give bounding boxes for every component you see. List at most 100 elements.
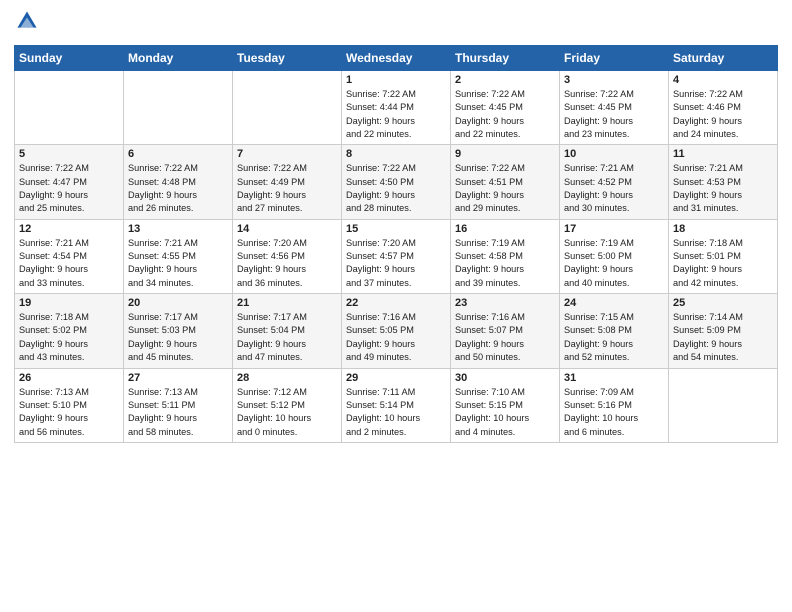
weekday-header-saturday: Saturday xyxy=(669,46,778,71)
calendar-cell xyxy=(669,368,778,442)
day-number: 28 xyxy=(237,372,337,384)
day-info: Sunrise: 7:13 AMSunset: 5:10 PMDaylight:… xyxy=(19,386,119,439)
calendar-cell: 15Sunrise: 7:20 AMSunset: 4:57 PMDayligh… xyxy=(342,219,451,293)
calendar-cell: 24Sunrise: 7:15 AMSunset: 5:08 PMDayligh… xyxy=(560,294,669,368)
calendar-cell: 10 Sunrise: 7:21 AMSunset: 4:52 PMDayligh… xyxy=(560,145,669,219)
day-number: 8 xyxy=(346,148,446,160)
day-number: 22 xyxy=(346,297,446,309)
day-info: Sunrise: 7:09 AMSunset: 5:16 PMDaylight:… xyxy=(564,386,664,439)
calendar-cell: 3 Sunrise: 7:22 AMSunset: 4:45 PMDaylight… xyxy=(560,71,669,145)
weekday-header-sunday: Sunday xyxy=(15,46,124,71)
day-info: Sunrise: 7:22 AMSunset: 4:46 PMDaylight:… xyxy=(673,88,773,141)
day-number: 16 xyxy=(455,223,555,235)
calendar-row-1: 1 Sunrise: 7:22 AMSunset: 4:44 PMDaylight… xyxy=(15,71,778,145)
day-info: Sunrise: 7:17 AMSunset: 5:04 PMDaylight:… xyxy=(237,311,337,364)
day-number: 6 xyxy=(128,148,228,160)
calendar-cell: 31 Sunrise: 7:09 AMSunset: 5:16 PMDayligh… xyxy=(560,368,669,442)
day-number: 21 xyxy=(237,297,337,309)
day-number: 13 xyxy=(128,223,228,235)
day-info: Sunrise: 7:22 AMSunset: 4:48 PMDaylight:… xyxy=(128,162,228,215)
calendar-cell: 18 Sunrise: 7:18 AMSunset: 5:01 PMDayligh… xyxy=(669,219,778,293)
day-number: 20 xyxy=(128,297,228,309)
day-number: 30 xyxy=(455,372,555,384)
day-number: 14 xyxy=(237,223,337,235)
day-info: Sunrise: 7:21 AMSunset: 4:52 PMDaylight:… xyxy=(564,162,664,215)
day-number: 4 xyxy=(673,74,773,86)
calendar-row-5: 26 Sunrise: 7:13 AMSunset: 5:10 PMDayligh… xyxy=(15,368,778,442)
day-info: Sunrise: 7:22 AMSunset: 4:51 PMDaylight:… xyxy=(455,162,555,215)
day-number: 18 xyxy=(673,223,773,235)
weekday-header-wednesday: Wednesday xyxy=(342,46,451,71)
calendar-cell: 20 Sunrise: 7:17 AMSunset: 5:03 PMDayligh… xyxy=(124,294,233,368)
day-number: 12 xyxy=(19,223,119,235)
calendar-cell: 9 Sunrise: 7:22 AMSunset: 4:51 PMDaylight… xyxy=(451,145,560,219)
day-number: 26 xyxy=(19,372,119,384)
calendar-row-3: 12Sunrise: 7:21 AMSunset: 4:54 PMDayligh… xyxy=(15,219,778,293)
day-info: Sunrise: 7:19 AMSunset: 5:00 PMDaylight:… xyxy=(564,237,664,290)
day-number: 5 xyxy=(19,148,119,160)
day-number: 24 xyxy=(564,297,664,309)
calendar-cell: 30 Sunrise: 7:10 AMSunset: 5:15 PMDayligh… xyxy=(451,368,560,442)
calendar-cell: 8 Sunrise: 7:22 AMSunset: 4:50 PMDaylight… xyxy=(342,145,451,219)
day-number: 27 xyxy=(128,372,228,384)
day-info: Sunrise: 7:12 AMSunset: 5:12 PMDaylight:… xyxy=(237,386,337,439)
day-number: 3 xyxy=(564,74,664,86)
day-number: 9 xyxy=(455,148,555,160)
calendar-cell: 22 Sunrise: 7:16 AMSunset: 5:05 PMDayligh… xyxy=(342,294,451,368)
day-info: Sunrise: 7:22 AMSunset: 4:45 PMDaylight:… xyxy=(564,88,664,141)
day-info: Sunrise: 7:22 AMSunset: 4:50 PMDaylight:… xyxy=(346,162,446,215)
calendar-cell: 25Sunrise: 7:14 AMSunset: 5:09 PMDayligh… xyxy=(669,294,778,368)
day-number: 2 xyxy=(455,74,555,86)
calendar-cell: 13 Sunrise: 7:21 AMSunset: 4:55 PMDayligh… xyxy=(124,219,233,293)
calendar-cell: 7 Sunrise: 7:22 AMSunset: 4:49 PMDaylight… xyxy=(233,145,342,219)
weekday-header-friday: Friday xyxy=(560,46,669,71)
day-info: Sunrise: 7:21 AMSunset: 4:53 PMDaylight:… xyxy=(673,162,773,215)
calendar-row-4: 19 Sunrise: 7:18 AMSunset: 5:02 PMDayligh… xyxy=(15,294,778,368)
day-number: 29 xyxy=(346,372,446,384)
day-number: 19 xyxy=(19,297,119,309)
day-info: Sunrise: 7:22 AMSunset: 4:44 PMDaylight:… xyxy=(346,88,446,141)
calendar-table: SundayMondayTuesdayWednesdayThursdayFrid… xyxy=(14,45,778,443)
day-info: Sunrise: 7:20 AMSunset: 4:56 PMDaylight:… xyxy=(237,237,337,290)
calendar-cell: 2Sunrise: 7:22 AMSunset: 4:45 PMDaylight… xyxy=(451,71,560,145)
weekday-header-tuesday: Tuesday xyxy=(233,46,342,71)
weekday-header-thursday: Thursday xyxy=(451,46,560,71)
day-info: Sunrise: 7:19 AMSunset: 4:58 PMDaylight:… xyxy=(455,237,555,290)
day-info: Sunrise: 7:16 AMSunset: 5:05 PMDaylight:… xyxy=(346,311,446,364)
day-number: 10 xyxy=(564,148,664,160)
calendar-cell xyxy=(233,71,342,145)
calendar-cell: 28 Sunrise: 7:12 AMSunset: 5:12 PMDayligh… xyxy=(233,368,342,442)
day-info: Sunrise: 7:10 AMSunset: 5:15 PMDaylight:… xyxy=(455,386,555,439)
calendar-cell: 29 Sunrise: 7:11 AMSunset: 5:14 PMDayligh… xyxy=(342,368,451,442)
day-info: Sunrise: 7:17 AMSunset: 5:03 PMDaylight:… xyxy=(128,311,228,364)
day-info: Sunrise: 7:18 AMSunset: 5:02 PMDaylight:… xyxy=(19,311,119,364)
calendar-cell: 26 Sunrise: 7:13 AMSunset: 5:10 PMDayligh… xyxy=(15,368,124,442)
calendar-cell: 23Sunrise: 7:16 AMSunset: 5:07 PMDayligh… xyxy=(451,294,560,368)
calendar-cell: 19 Sunrise: 7:18 AMSunset: 5:02 PMDayligh… xyxy=(15,294,124,368)
day-info: Sunrise: 7:14 AMSunset: 5:09 PMDaylight:… xyxy=(673,311,773,364)
day-number: 7 xyxy=(237,148,337,160)
weekday-header-row: SundayMondayTuesdayWednesdayThursdayFrid… xyxy=(15,46,778,71)
day-info: Sunrise: 7:21 AMSunset: 4:55 PMDaylight:… xyxy=(128,237,228,290)
day-number: 17 xyxy=(564,223,664,235)
day-info: Sunrise: 7:11 AMSunset: 5:14 PMDaylight:… xyxy=(346,386,446,439)
calendar-cell: 16 Sunrise: 7:19 AMSunset: 4:58 PMDayligh… xyxy=(451,219,560,293)
calendar-cell: 27Sunrise: 7:13 AMSunset: 5:11 PMDayligh… xyxy=(124,368,233,442)
day-number: 1 xyxy=(346,74,446,86)
calendar-cell xyxy=(15,71,124,145)
day-number: 11 xyxy=(673,148,773,160)
weekday-header-monday: Monday xyxy=(124,46,233,71)
day-info: Sunrise: 7:22 AMSunset: 4:49 PMDaylight:… xyxy=(237,162,337,215)
calendar-cell: 11 Sunrise: 7:21 AMSunset: 4:53 PMDayligh… xyxy=(669,145,778,219)
calendar-cell: 1 Sunrise: 7:22 AMSunset: 4:44 PMDaylight… xyxy=(342,71,451,145)
day-info: Sunrise: 7:20 AMSunset: 4:57 PMDaylight:… xyxy=(346,237,446,290)
calendar-row-2: 5 Sunrise: 7:22 AMSunset: 4:47 PMDaylight… xyxy=(15,145,778,219)
calendar-cell: 4 Sunrise: 7:22 AMSunset: 4:46 PMDaylight… xyxy=(669,71,778,145)
day-info: Sunrise: 7:22 AMSunset: 4:47 PMDaylight:… xyxy=(19,162,119,215)
day-info: Sunrise: 7:18 AMSunset: 5:01 PMDaylight:… xyxy=(673,237,773,290)
day-number: 31 xyxy=(564,372,664,384)
calendar-cell: 6 Sunrise: 7:22 AMSunset: 4:48 PMDaylight… xyxy=(124,145,233,219)
calendar-cell: 14 Sunrise: 7:20 AMSunset: 4:56 PMDayligh… xyxy=(233,219,342,293)
calendar-cell: 17 Sunrise: 7:19 AMSunset: 5:00 PMDayligh… xyxy=(560,219,669,293)
calendar-cell: 5 Sunrise: 7:22 AMSunset: 4:47 PMDaylight… xyxy=(15,145,124,219)
